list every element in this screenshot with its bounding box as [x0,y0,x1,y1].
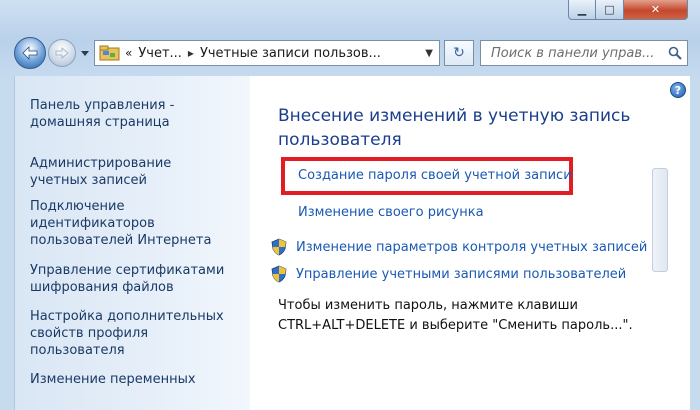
sidebar-item-manage-accounts[interactable]: Администрирование учетных записей [30,155,230,189]
change-picture-link[interactable]: Изменение своего рисунка [298,205,484,220]
help-icon[interactable]: ? [670,82,686,98]
forward-button[interactable] [48,39,76,67]
navigation-bar: « Учет... ▸ Учетные записи пользов... ▼ … [0,30,700,74]
create-password-link[interactable]: Создание пароля своей учетной записи [298,168,572,183]
close-button[interactable]: ✕ [624,0,688,20]
sidebar-item-advanced-profile[interactable]: Настройка дополнительных свойств профиля… [30,308,230,359]
breadcrumb-item[interactable]: Учет... [138,46,182,61]
window-controls: ▁ □ ✕ [568,0,688,20]
forward-arrow-icon [55,47,69,59]
sidebar-item-environment-variables[interactable]: Изменение переменных [30,371,230,388]
address-lead-separator: « [125,46,133,60]
refresh-icon: ↻ [453,45,465,61]
maximize-button[interactable]: □ [596,0,624,20]
search-input[interactable] [481,45,663,61]
breadcrumb-item[interactable]: Учетные записи пользов... [200,46,381,61]
address-dropdown-icon[interactable]: ▼ [425,48,433,59]
search-box[interactable] [480,40,688,66]
control-panel-folder-icon [99,45,120,61]
uac-settings-link[interactable]: Изменение параметров контроля учетных за… [296,240,647,255]
sidebar-item-control-panel-home[interactable]: Панель управления - домашняя страница [30,97,230,131]
window-frame: ▁ □ ✕ « Учет... ▸ Учетные записи пользов… [0,0,700,410]
back-arrow-icon [22,46,38,60]
password-change-note: Чтобы изменить пароль, нажмите клавиши C… [278,298,633,333]
address-bar[interactable]: « Учет... ▸ Учетные записи пользов... ▼ [94,40,440,66]
breadcrumb-separator[interactable]: ▸ [188,46,194,60]
sidebar-item-link-online-ids[interactable]: Подключение идентификаторов пользователе… [30,198,230,249]
page-title: Внесение изменений в учетную запись поль… [278,106,631,150]
uac-shield-icon [271,265,287,283]
back-button[interactable] [14,37,46,69]
manage-user-accounts-link[interactable]: Управление учетными записями пользовател… [296,267,626,282]
scrollbar[interactable] [652,168,668,272]
recent-pages-dropdown-icon[interactable] [80,48,90,58]
uac-shield-icon [271,238,287,256]
minimize-button[interactable]: ▁ [568,0,596,20]
refresh-button[interactable]: ↻ [444,40,474,66]
search-icon[interactable] [663,40,687,66]
sidebar-item-file-encryption-certs[interactable]: Управление сертификатами шифрования файл… [30,262,230,296]
